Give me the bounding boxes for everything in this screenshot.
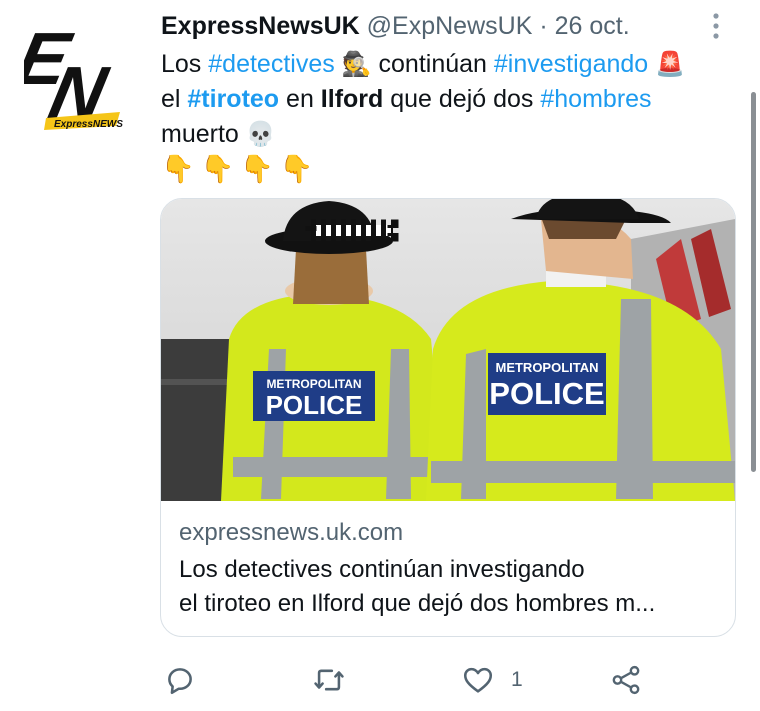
card-image-police-officers[interactable]: METROPOLITAN POLICE METROPOLITAN POLICE	[161, 199, 735, 501]
text-run: que dejó dos	[383, 85, 541, 113]
tweet-text: Los #detectives 🕵 continúan #investigand…	[161, 47, 741, 188]
separator: ·	[539, 12, 548, 40]
tweet-line-2: el #tiroteo en Ilford que dejó dos #homb…	[161, 82, 741, 117]
hashtag-tiroteo[interactable]: #tiroteo	[187, 85, 279, 113]
pointing-down-emojis: 👇👇👇👇	[161, 154, 320, 185]
tweet-header: ExpressNewsUK @ExpNewsUK · 26 oct.	[161, 10, 630, 42]
heart-icon	[463, 667, 493, 693]
like-count: 1	[511, 668, 523, 691]
like-button[interactable]: 1	[461, 655, 523, 705]
text-run: continúan	[371, 50, 494, 78]
account-handle[interactable]: @ExpNewsUK	[367, 12, 533, 40]
siren-emoji: 🚨	[655, 50, 686, 78]
logo-ribbon-text: ExpressNEWS	[54, 119, 123, 130]
tweet-date[interactable]: 26 oct.	[555, 12, 630, 40]
hashtag-hombres[interactable]: #hombres	[540, 85, 651, 113]
card-title: Los detectives continúan investigando el…	[179, 553, 719, 621]
hashtag-investigando[interactable]: #investigando	[494, 50, 648, 78]
text-run: muerto	[161, 120, 246, 148]
hashtag-detectives[interactable]: #detectives	[208, 50, 334, 78]
reply-icon	[168, 668, 192, 695]
expressnews-logo: E N ExpressNEWS	[10, 17, 123, 134]
retweet-icon	[314, 669, 344, 691]
reply-button[interactable]	[163, 655, 197, 705]
vest-label-line1-right: METROPOLITAN	[495, 360, 598, 375]
bold-ilford: Ilford	[320, 85, 384, 113]
link-preview-card[interactable]: METROPOLITAN POLICE METROPOLITAN POLICE …	[160, 198, 736, 637]
detective-emoji: 🕵	[341, 50, 372, 78]
card-domain: expressnews.uk.com	[179, 519, 404, 546]
scrollbar[interactable]	[751, 92, 756, 472]
avatar[interactable]: E N ExpressNEWS	[10, 14, 142, 134]
share-icon	[612, 665, 640, 695]
tweet-actions: 1	[0, 655, 760, 705]
text-run: Los	[161, 50, 209, 78]
tweet-line-1: Los #detectives 🕵 continúan #investigand…	[161, 47, 741, 82]
vest-label-line2-right: POLICE	[489, 376, 604, 411]
card-title-line: el tiroteo en Ilford que dejó dos hombre…	[179, 590, 656, 617]
skull-emoji: 💀	[245, 120, 276, 148]
vest-label-line2-left: POLICE	[266, 390, 363, 420]
card-title-line: Los detectives continúan investigando	[179, 556, 585, 583]
more-options-icon[interactable]	[708, 12, 724, 40]
vest-label-line1-left: METROPOLITAN	[266, 377, 361, 391]
hashtag-tiroteo-text: #tiroteo	[187, 85, 280, 113]
account-name[interactable]: ExpressNewsUK	[161, 12, 360, 40]
tweet-line-3: muerto 💀	[161, 117, 741, 152]
share-button[interactable]	[609, 655, 643, 705]
retweet-button[interactable]	[312, 655, 346, 705]
tweet-line-4: 👇👇👇👇	[161, 152, 741, 188]
text-run: el	[161, 85, 188, 113]
text-run: en	[279, 85, 321, 113]
